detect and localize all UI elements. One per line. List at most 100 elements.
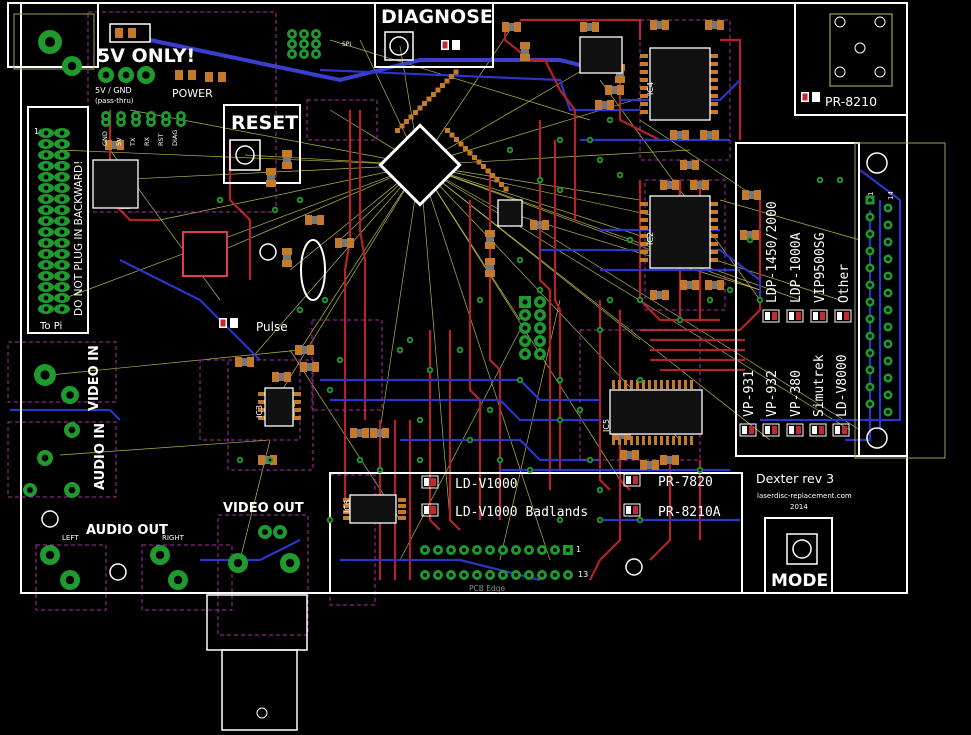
jumper-pad: [742, 426, 747, 434]
drill-hole: [122, 71, 130, 79]
smd-pad: [710, 234, 718, 238]
drill-hole: [886, 206, 890, 210]
jumper-pad: [424, 478, 429, 486]
drill-hole: [289, 41, 295, 47]
smd-pad: [530, 220, 537, 230]
smd-pad: [717, 20, 724, 30]
smd-pad: [662, 290, 669, 300]
smd-pad: [690, 436, 693, 445]
drill-hole: [638, 378, 642, 382]
capacitor-body: [749, 191, 754, 199]
drill-hole: [868, 198, 872, 202]
smd-pad: [485, 258, 495, 265]
smd-pad: [282, 260, 292, 267]
smd-pad: [514, 22, 521, 32]
smd-pad: [188, 70, 196, 80]
smd-pad: [710, 94, 718, 98]
mode-label: MODE: [771, 571, 828, 591]
capacitor-body: [712, 21, 717, 29]
drill-hole: [868, 283, 872, 287]
jumper-pad: [835, 426, 840, 434]
capacitor-body: [242, 358, 247, 366]
capacitor-body: [267, 175, 275, 180]
jumper-pad: [819, 426, 824, 434]
capacitor-body: [627, 451, 632, 459]
smd-pad: [408, 114, 414, 120]
drill-hole: [748, 238, 752, 242]
smd-pad: [705, 20, 712, 30]
drill-hole: [418, 458, 422, 462]
drill-hole: [68, 486, 76, 494]
smd-pad: [742, 190, 749, 200]
smd-pad: [272, 372, 279, 382]
drill-hole: [552, 547, 558, 553]
led-marker: [442, 41, 448, 49]
bnc-connector: [206, 594, 308, 731]
drill-hole: [608, 298, 612, 302]
drill-hole: [59, 196, 65, 202]
drill-hole: [313, 31, 319, 37]
drill-hole: [59, 185, 65, 191]
crystal-oscillator: [300, 239, 326, 301]
smd-pad: [654, 436, 657, 445]
smd-pad: [710, 110, 718, 114]
pr8210-connector: [829, 13, 893, 87]
drill-hole: [43, 262, 49, 268]
smd-pad: [235, 357, 242, 367]
jumper-pad: [431, 506, 436, 514]
smd-pad: [672, 180, 679, 190]
smd-pad: [404, 119, 409, 124]
drill-hole: [526, 572, 532, 578]
smd-pad: [710, 202, 718, 206]
drill-hole: [886, 240, 890, 244]
smd-pad: [612, 380, 615, 389]
drill-hole: [838, 178, 842, 182]
regulator-chip: [92, 159, 139, 209]
smd-pad: [660, 436, 663, 445]
ic-designators: IC4 IC2 IC5 IC3 IC6: [255, 82, 655, 513]
smd-pad: [453, 69, 459, 75]
mode-button[interactable]: [786, 533, 818, 565]
smd-pad: [350, 428, 357, 438]
drill-hole: [313, 51, 319, 57]
smd-pad: [652, 460, 659, 470]
mount-hole: [259, 243, 277, 261]
smd-pad: [445, 128, 450, 133]
player-top-label: LDP-1000A: [789, 232, 804, 303]
mount-hole: [109, 563, 127, 581]
smd-pad: [640, 250, 648, 254]
drill-hole: [43, 163, 49, 169]
drill-hole: [102, 71, 110, 79]
drill-hole: [558, 378, 562, 382]
drill-hole: [598, 518, 602, 522]
jumper-pad: [844, 312, 849, 320]
ic-designator: IC6: [343, 500, 352, 513]
drill-hole: [448, 572, 454, 578]
drill-hole: [268, 458, 272, 462]
airwire: [109, 164, 421, 181]
smd-pad: [485, 168, 491, 174]
drill-hole: [59, 130, 65, 136]
jumper-pad: [796, 312, 801, 320]
jumper-pad: [789, 312, 794, 320]
smd-pad: [640, 460, 647, 470]
drill-hole: [598, 328, 602, 332]
header-pin-label: GND: [101, 131, 109, 146]
power-label: POWER: [172, 87, 213, 100]
smd-pad: [648, 380, 651, 389]
drill-hole: [886, 376, 890, 380]
diagnose-button[interactable]: [384, 31, 414, 61]
drill-hole: [565, 572, 571, 578]
jumper-pad: [431, 478, 436, 486]
smd-pad: [618, 380, 621, 389]
drill-hole: [67, 61, 77, 71]
drill-hole: [422, 572, 428, 578]
drill-hole: [66, 391, 74, 399]
airwire: [59, 439, 271, 456]
smd-pad: [670, 130, 677, 140]
smd-pad: [485, 270, 495, 277]
transistor: [497, 199, 523, 227]
drill-hole: [468, 438, 472, 442]
drill-hole: [178, 113, 184, 119]
smd-pad: [300, 362, 307, 372]
